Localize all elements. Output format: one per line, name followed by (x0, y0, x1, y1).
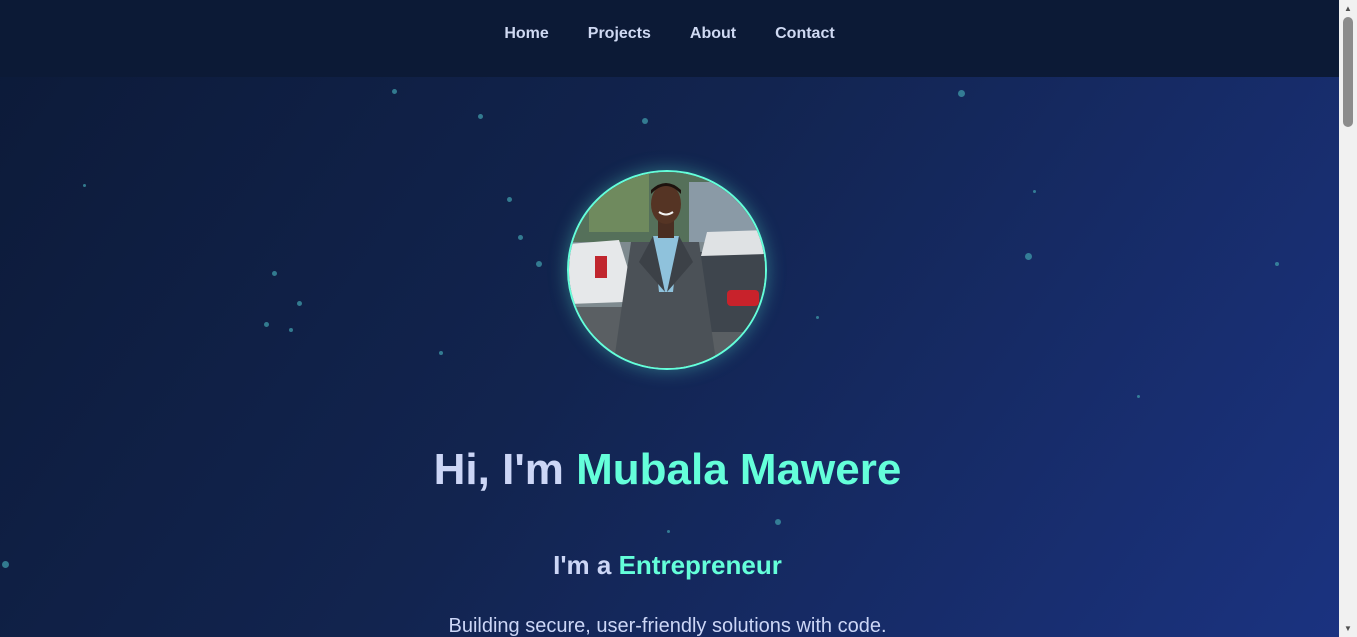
particle (478, 114, 483, 119)
nav-link-projects[interactable]: Projects (588, 25, 651, 43)
profile-photo (569, 172, 765, 368)
vertical-scrollbar[interactable]: ▲ ▼ (1339, 0, 1357, 637)
particle (392, 89, 397, 94)
particle (536, 261, 542, 267)
nav-link-about[interactable]: About (690, 25, 736, 43)
particle (958, 90, 965, 97)
particle (297, 301, 302, 306)
hero-role-prefix: I'm a (553, 550, 619, 580)
particle (667, 530, 670, 533)
particle (289, 328, 293, 332)
particle (1025, 253, 1032, 260)
scroll-up-icon[interactable]: ▲ (1339, 0, 1357, 17)
top-navbar: Home Projects About Contact (0, 0, 1339, 77)
particle (1033, 190, 1036, 193)
nav-link-home[interactable]: Home (504, 25, 548, 43)
particle (83, 184, 86, 187)
portfolio-page: Home Projects About Contact Hi, I'm Muba… (0, 0, 1357, 637)
profile-avatar (567, 170, 767, 370)
hero-greeting: Hi, I'm (433, 445, 577, 494)
hero-role-title: Entrepreneur (618, 550, 782, 580)
particle (264, 322, 269, 327)
hero-title: Hi, I'm Mubala Mawere (0, 442, 1335, 498)
scroll-down-icon[interactable]: ▼ (1339, 620, 1357, 637)
page-content: Home Projects About Contact Hi, I'm Muba… (0, 0, 1339, 637)
particle (1275, 262, 1279, 266)
particle (816, 316, 819, 319)
hero-name: Mubala Mawere (576, 445, 902, 494)
particle (1137, 395, 1140, 398)
hero-tagline: Building secure, user-friendly solutions… (448, 615, 887, 637)
particle (775, 519, 781, 525)
nav-links: Home Projects About Contact (504, 25, 834, 43)
particle (272, 271, 277, 276)
scrollbar-thumb[interactable] (1343, 17, 1353, 127)
particle (507, 197, 512, 202)
nav-link-contact[interactable]: Contact (775, 25, 835, 43)
particle (642, 118, 648, 124)
hero-role: I'm a Entrepreneur (0, 548, 1335, 582)
particle (439, 351, 443, 355)
particle (518, 235, 523, 240)
